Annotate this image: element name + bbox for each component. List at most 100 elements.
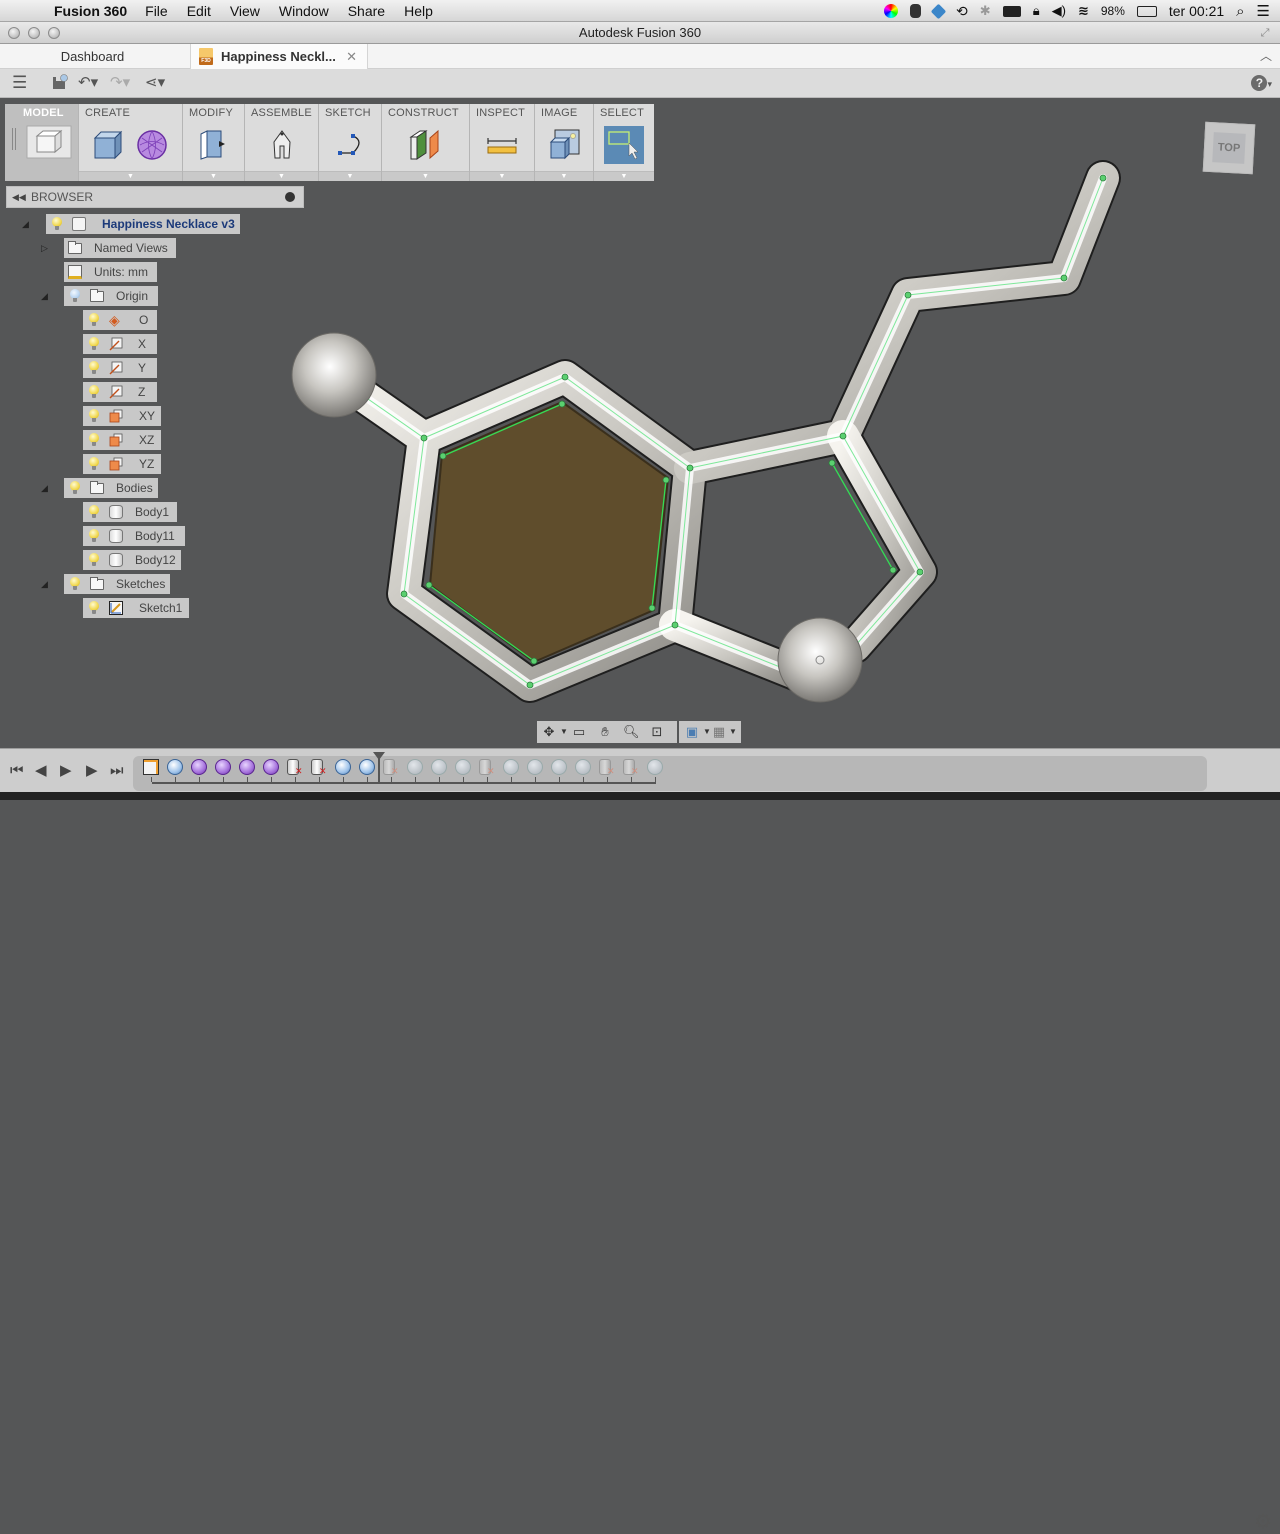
spotlight-search-icon[interactable]: ⌕ <box>1236 3 1244 20</box>
ribbon-create[interactable]: CREATE ▼ <box>79 104 183 181</box>
visibility-bulb-icon[interactable] <box>89 457 99 471</box>
timeline-sphere-feature-icon[interactable] <box>407 759 423 775</box>
create-dropdown[interactable]: ▼ <box>79 171 182 181</box>
expand-toggle-icon[interactable]: ◢ <box>41 291 48 302</box>
app-menu[interactable]: Fusion 360 <box>54 3 127 19</box>
select-dropdown[interactable]: ▼ <box>594 171 654 181</box>
visibility-bulb-icon[interactable] <box>52 217 62 231</box>
visibility-bulb-icon[interactable] <box>70 481 80 495</box>
timeline-delete-body-icon[interactable]: ✕ <box>479 759 495 776</box>
press-pull-icon[interactable] <box>195 128 229 162</box>
timeline-sketch-icon[interactable] <box>143 759 159 775</box>
fit-icon[interactable]: ⊡ <box>649 724 665 740</box>
timeline-tsphere-feature-icon[interactable] <box>263 759 279 775</box>
tree-root-document[interactable]: Happiness Necklace v3 <box>46 214 240 234</box>
visibility-bulb-icon[interactable] <box>89 505 99 519</box>
tree-folder-origin[interactable]: Origin <box>64 286 158 306</box>
tree-item-axis-z[interactable]: Z <box>83 382 157 402</box>
bluetooth-icon[interactable]: ✱ <box>980 3 991 19</box>
tree-folder-sketches[interactable]: Sketches <box>64 574 170 594</box>
inspect-dropdown[interactable]: ▼ <box>470 171 534 181</box>
timeline-sphere-feature-icon[interactable] <box>551 759 567 775</box>
image-dropdown[interactable]: ▼ <box>535 171 593 181</box>
step-back-button[interactable]: ◀ <box>35 761 47 781</box>
share-icon[interactable]: ⋖▾ <box>145 74 165 92</box>
color-wheel-icon[interactable] <box>884 4 899 18</box>
timeline-sphere-feature-icon[interactable] <box>455 759 471 775</box>
menu-edit[interactable]: Edit <box>187 3 211 19</box>
orbit-dropdown[interactable]: ▼ <box>556 724 572 740</box>
measure-icon[interactable] <box>485 128 519 162</box>
zoom-icon[interactable]: 🔍︎ <box>623 724 640 740</box>
ribbon-modify[interactable]: MODIFY ▼ <box>183 104 245 181</box>
clock[interactable]: ter 00:21 <box>1169 3 1224 19</box>
assemble-dropdown[interactable]: ▼ <box>245 171 318 181</box>
visibility-bulb-icon[interactable] <box>70 577 80 591</box>
expand-toggle-icon[interactable]: ◢ <box>41 579 48 590</box>
viewcube[interactable]: TOP <box>1202 121 1256 175</box>
timeline-marker[interactable] <box>373 752 385 784</box>
visibility-bulb-icon[interactable] <box>89 433 99 447</box>
timeline-delete-body-icon[interactable]: ✕ <box>383 759 399 776</box>
render-image-icon[interactable] <box>547 128 581 162</box>
tree-item-axis-x[interactable]: X <box>83 334 157 354</box>
display-settings-icon[interactable]: ▣ <box>684 724 700 740</box>
visibility-bulb-icon[interactable] <box>89 601 99 615</box>
window-select-icon[interactable] <box>604 126 644 164</box>
menu-file[interactable]: File <box>145 3 168 19</box>
timeline-sphere-feature-icon[interactable] <box>647 759 663 775</box>
play-button[interactable]: ▶ <box>86 761 98 781</box>
tree-item-named-views[interactable]: Named Views <box>64 238 176 258</box>
lock-icon[interactable]: 🔒︎ <box>1033 3 1040 19</box>
box-icon[interactable] <box>91 128 125 162</box>
help-icon[interactable]: ? ▾ <box>1251 74 1272 92</box>
viewcube-top-face[interactable]: TOP <box>1212 132 1246 164</box>
menu-view[interactable]: View <box>230 3 260 19</box>
ribbon-construct[interactable]: CONSTRUCT ▼ <box>382 104 470 181</box>
modify-dropdown[interactable]: ▼ <box>183 171 244 181</box>
minimize-window-button[interactable] <box>28 27 40 39</box>
tree-item-axis-y[interactable]: Y <box>83 358 157 378</box>
timeline-sphere-feature-icon[interactable] <box>167 759 183 775</box>
tree-item-sketch[interactable]: Sketch1 <box>83 598 189 618</box>
collapse-browser-icon[interactable]: ◀◀ <box>12 187 26 207</box>
pan-hand-icon[interactable]: ✋︎ <box>597 724 613 740</box>
timeline-delete-body-icon[interactable]: ✕ <box>311 759 327 776</box>
workspace-switcher[interactable]: MODEL <box>5 104 79 181</box>
ribbon-image[interactable]: IMAGE ▼ <box>535 104 594 181</box>
tab-happiness-necklace[interactable]: F3D Happiness Neckl... ✕ <box>190 44 368 69</box>
visibility-bulb-icon[interactable] <box>89 553 99 567</box>
timeline-tsphere-feature-icon[interactable] <box>239 759 255 775</box>
save-icon[interactable] <box>52 74 68 92</box>
go-to-end-button[interactable]: ⏭ <box>110 761 124 781</box>
wifi-icon[interactable]: ≋ <box>1078 3 1089 19</box>
tree-item-plane-xz[interactable]: XZ <box>83 430 161 450</box>
tree-item-plane-xy[interactable]: XY <box>83 406 161 426</box>
expand-toggle-icon[interactable]: ◢ <box>41 483 48 494</box>
sketch-dropdown[interactable]: ▼ <box>319 171 381 181</box>
drag-handle[interactable] <box>12 128 16 150</box>
ribbon-select[interactable]: SELECT ▼ <box>594 104 654 181</box>
expand-toggle-icon[interactable]: ◢ <box>22 219 29 230</box>
ribbon-assemble[interactable]: ASSEMBLE ▼ <box>245 104 319 181</box>
memory-icon[interactable] <box>1002 5 1021 17</box>
sculpt-sphere-icon[interactable] <box>135 128 169 162</box>
timeline-settings-gear-icon[interactable]: ⚙ <box>1254 1509 1272 1534</box>
close-window-button[interactable] <box>8 27 20 39</box>
visibility-bulb-icon[interactable] <box>89 529 99 543</box>
tree-folder-bodies[interactable]: Bodies <box>64 478 158 498</box>
step-forward-button[interactable]: ▶ <box>60 761 72 781</box>
menu-share[interactable]: Share <box>348 3 385 19</box>
tree-item-body[interactable]: Body11 <box>83 526 185 546</box>
zoom-window-button[interactable] <box>48 27 60 39</box>
tree-item-body[interactable]: Body12 <box>83 550 181 570</box>
battery-icon[interactable] <box>1136 5 1157 17</box>
timeline-tsphere-feature-icon[interactable] <box>191 759 207 775</box>
look-at-icon[interactable]: ▭ <box>571 724 587 740</box>
visibility-bulb-icon[interactable] <box>89 337 99 351</box>
visibility-bulb-off-icon[interactable] <box>70 289 80 303</box>
evernote-icon[interactable] <box>910 4 922 18</box>
orbit-icon[interactable]: ✥ <box>541 724 557 740</box>
ribbon-inspect[interactable]: INSPECT ▼ <box>470 104 535 181</box>
undo-icon[interactable]: ↶▾ <box>78 74 98 92</box>
